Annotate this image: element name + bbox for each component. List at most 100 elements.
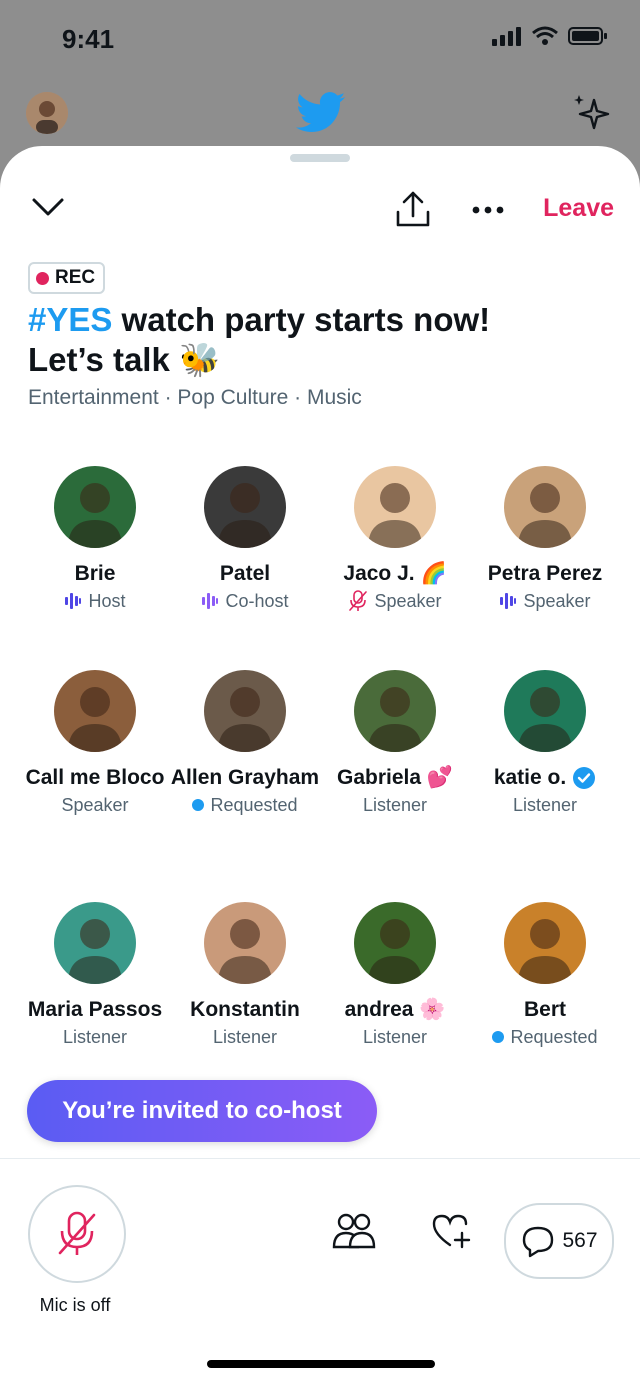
participant-avatar[interactable] bbox=[354, 902, 436, 984]
participant-role: Requested bbox=[170, 792, 320, 818]
participant[interactable]: Jaco J. 🌈 Speaker bbox=[320, 466, 470, 614]
replies-button[interactable]: 567 bbox=[504, 1203, 614, 1279]
bottom-bar: Mic is off 567 bbox=[0, 1158, 640, 1387]
rec-badge: REC bbox=[28, 262, 106, 294]
wifi-icon bbox=[532, 26, 558, 45]
participant[interactable]: katie o. Listener bbox=[470, 670, 620, 818]
space-topics: Entertainment · Pop Culture · Music bbox=[28, 386, 362, 409]
battery-icon bbox=[568, 27, 607, 45]
avatar-silhouette-icon bbox=[368, 919, 422, 984]
participant-avatar[interactable] bbox=[204, 902, 286, 984]
participant[interactable]: Konstantin Listener bbox=[170, 902, 320, 1050]
participant-name: Petra Perez bbox=[487, 562, 603, 585]
participant-role: Speaker bbox=[320, 588, 470, 614]
participant[interactable]: Call me Bloco Speaker bbox=[20, 670, 170, 818]
title-line-2: Let’s talk 🐝 bbox=[28, 341, 221, 378]
participant-name: Bert bbox=[523, 998, 566, 1021]
participant[interactable]: Brie Host bbox=[20, 466, 170, 614]
participant[interactable]: andrea 🌸 Listener bbox=[320, 902, 470, 1050]
twitter-bird-icon bbox=[296, 92, 346, 132]
participant-role-label: Listener bbox=[362, 795, 428, 815]
avatar-silhouette-icon bbox=[368, 483, 422, 548]
rec-label: REC bbox=[55, 267, 96, 288]
participant-avatar[interactable] bbox=[354, 670, 436, 752]
participant-role-label: Requested bbox=[510, 1027, 598, 1047]
participant-role: Listener bbox=[320, 792, 470, 818]
avatar-silhouette-icon bbox=[518, 483, 572, 548]
status-bar: 9:41 bbox=[0, 0, 640, 80]
participant-name: Konstantin bbox=[190, 998, 300, 1021]
avatar-silhouette-icon bbox=[218, 483, 272, 548]
participant[interactable]: Bert Requested bbox=[470, 902, 620, 1050]
participant-role-label: Co-host bbox=[225, 591, 289, 611]
people-icon[interactable] bbox=[332, 1211, 376, 1251]
participant-avatar[interactable] bbox=[504, 670, 586, 752]
speaking-wave-icon bbox=[500, 593, 517, 609]
space-sheet: Leave REC #YES watch party starts now! L… bbox=[0, 146, 640, 1387]
participant-role: Listener bbox=[20, 1024, 170, 1050]
participant-role: Co-host bbox=[170, 588, 320, 614]
status-time: 9:41 bbox=[62, 24, 115, 54]
mic-off-icon bbox=[58, 1211, 96, 1255]
verified-badge-icon bbox=[573, 767, 596, 789]
title-hashtag[interactable]: #YES bbox=[28, 301, 112, 338]
sheet-grabber[interactable] bbox=[290, 154, 350, 162]
sparkle-icon[interactable] bbox=[570, 92, 614, 136]
avatar-silhouette-icon bbox=[68, 483, 122, 548]
participant-role-label: Listener bbox=[512, 795, 578, 815]
participant-avatar[interactable] bbox=[204, 466, 286, 548]
participant[interactable]: Allen Grayham Requested bbox=[170, 670, 320, 818]
participant-role: Host bbox=[20, 588, 170, 614]
participant-avatar[interactable] bbox=[54, 902, 136, 984]
participant-avatar[interactable] bbox=[504, 902, 586, 984]
avatar-silhouette-icon bbox=[518, 919, 572, 984]
participant-role-label: Speaker bbox=[523, 591, 591, 611]
participant-avatar[interactable] bbox=[354, 466, 436, 548]
profile-avatar[interactable] bbox=[26, 92, 68, 134]
chevron-down-icon[interactable] bbox=[28, 192, 68, 220]
participant-role-label: Host bbox=[88, 591, 126, 611]
participant-role-label: Requested bbox=[210, 795, 298, 815]
avatar-silhouette-icon bbox=[518, 687, 572, 752]
participant-role: Speaker bbox=[470, 588, 620, 614]
avatar-silhouette-icon bbox=[68, 687, 122, 752]
participant-avatar[interactable] bbox=[54, 466, 136, 548]
participant-role: Requested bbox=[470, 1024, 620, 1050]
participant[interactable]: Gabriela 💕 Listener bbox=[320, 670, 470, 818]
participant[interactable]: Maria Passos Listener bbox=[20, 902, 170, 1050]
share-icon[interactable] bbox=[392, 188, 434, 230]
participant-role-label: Speaker bbox=[374, 591, 442, 611]
comment-icon bbox=[523, 1226, 554, 1258]
avatar-silhouette-icon bbox=[218, 687, 272, 752]
mic-status-label: Mic is off bbox=[39, 1295, 111, 1315]
participant[interactable]: Petra Perez Speaker bbox=[470, 466, 620, 614]
replies-count: 567 bbox=[562, 1229, 598, 1252]
status-icons bbox=[492, 26, 608, 46]
participant-avatar[interactable] bbox=[204, 670, 286, 752]
participant-name: Patel bbox=[219, 562, 271, 585]
title-text: watch party starts now! bbox=[112, 301, 491, 338]
participant-name: Brie bbox=[74, 562, 116, 585]
participant-name: Gabriela 💕 bbox=[336, 766, 454, 789]
participant-name: Call me Bloco bbox=[25, 766, 165, 789]
participant[interactable]: Patel Co-host bbox=[170, 466, 320, 614]
mic-button[interactable] bbox=[28, 1185, 126, 1283]
participant-name: Maria Passos bbox=[27, 998, 163, 1021]
participant-avatar[interactable] bbox=[54, 670, 136, 752]
rec-dot-icon bbox=[36, 271, 49, 285]
participant-avatar[interactable] bbox=[504, 466, 586, 548]
participant-role-label: Listener bbox=[212, 1027, 278, 1047]
more-icon[interactable] bbox=[470, 198, 506, 222]
speaking-wave-icon bbox=[65, 593, 82, 609]
cohost-invite-button[interactable]: You’re invited to co-host bbox=[27, 1080, 377, 1142]
participant-role: Speaker bbox=[20, 792, 170, 818]
leave-button[interactable]: Leave bbox=[543, 194, 614, 223]
participant-name: andrea 🌸 bbox=[344, 998, 446, 1021]
participant-name: Jaco J. 🌈 bbox=[343, 562, 447, 585]
react-heart-icon[interactable] bbox=[430, 1211, 474, 1251]
avatar-silhouette-icon bbox=[218, 919, 272, 984]
participant-role: Listener bbox=[320, 1024, 470, 1050]
space-title: #YES watch party starts now! Let’s talk … bbox=[28, 300, 608, 380]
participant-role-label: Listener bbox=[362, 1027, 428, 1047]
mic-off-icon bbox=[349, 590, 368, 611]
